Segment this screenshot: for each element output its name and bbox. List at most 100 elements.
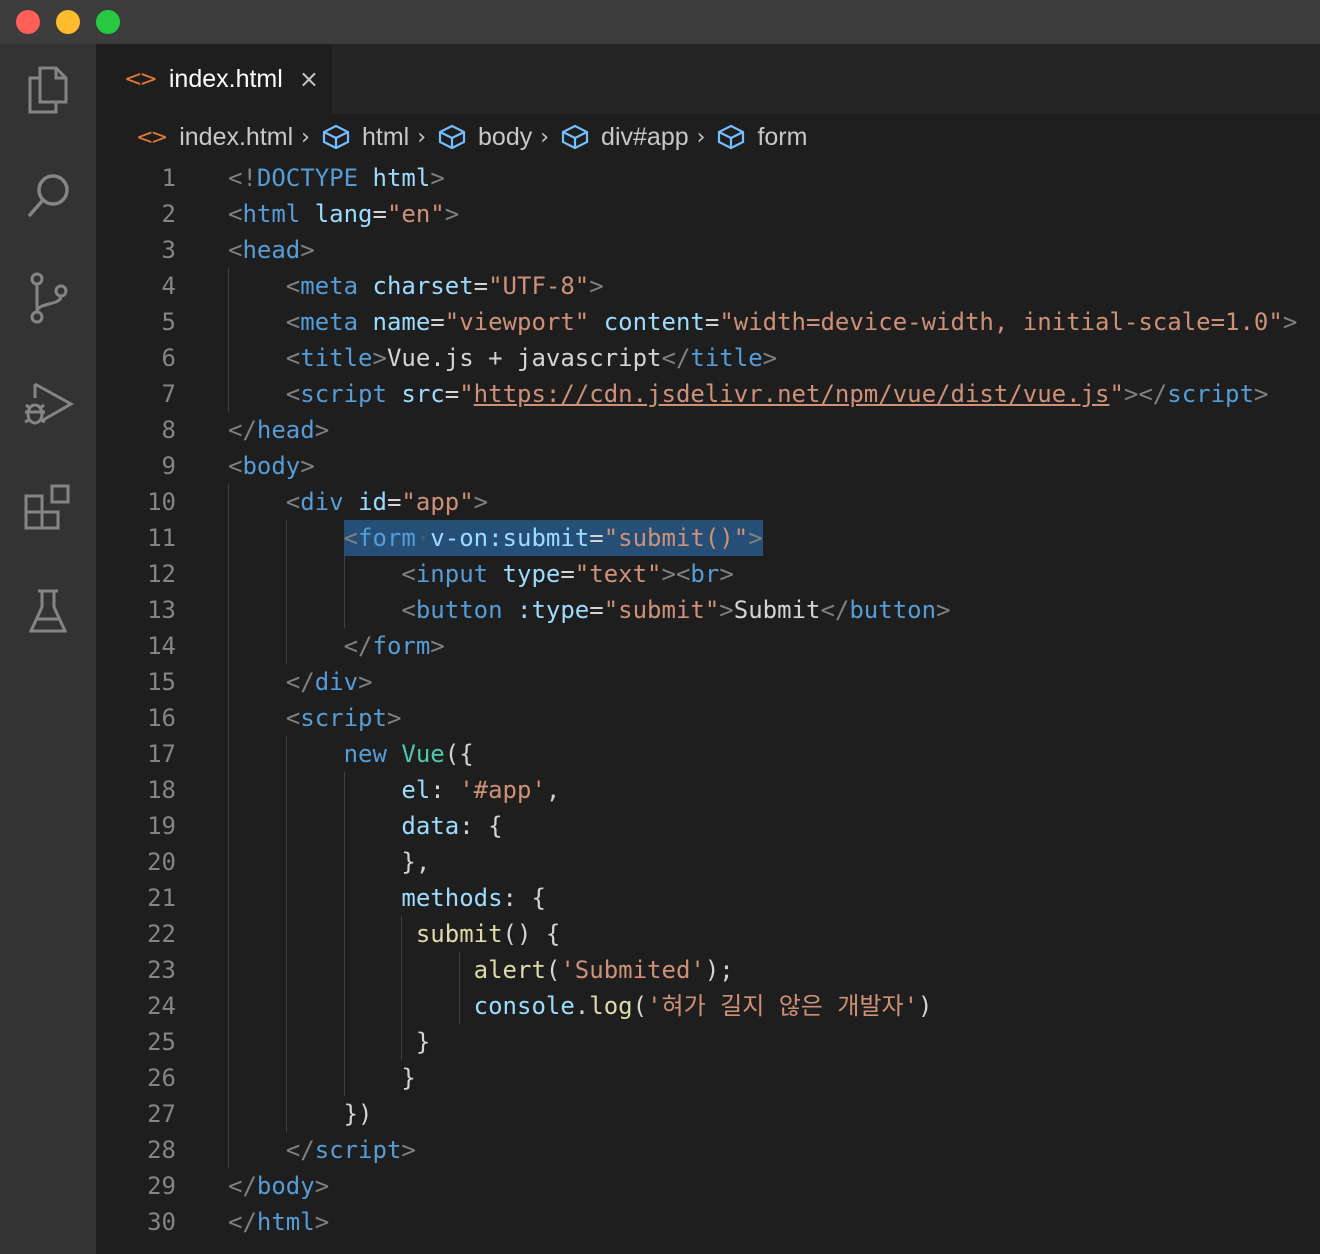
code-token: < [228, 452, 243, 480]
code-line[interactable]: 6 <title>Vue.js + javascript</title> [96, 340, 1320, 376]
tab-index-html[interactable]: <> index.html × [96, 44, 332, 114]
code-line[interactable]: 15 </div> [96, 664, 1320, 700]
indent-guide [343, 952, 345, 988]
code-token: , [545, 776, 561, 804]
breadcrumb-item-form[interactable]: form [757, 123, 807, 152]
code-line[interactable]: 16 <script> [96, 700, 1320, 736]
code-content: </div> [286, 664, 373, 700]
code-line[interactable]: 10 <div id="app"> [96, 484, 1320, 520]
code-token: v-on:submit [430, 524, 590, 552]
code-token: > [1282, 308, 1298, 336]
code-token: '혀가 길지 않은 개발자' [647, 992, 919, 1020]
code-line[interactable]: 26} [96, 1060, 1320, 1096]
code-token: "submit" [603, 596, 720, 624]
code-token: : { [502, 884, 546, 912]
close-window-button[interactable] [16, 10, 40, 34]
source-control-icon[interactable] [20, 270, 76, 326]
code-token: body [242, 452, 301, 480]
code-content: <html lang="en"> [228, 196, 459, 232]
code-line[interactable]: 1 <!DOCTYPE html> [96, 160, 1320, 196]
line-number: 6 [161, 344, 176, 372]
code-line[interactable]: 11 <form·v-on:submit="submit()"> [96, 520, 1320, 556]
indent-guide [228, 268, 229, 304]
code-token: = [589, 524, 604, 552]
code-editor[interactable]: 1 <!DOCTYPE html> 2 <html lang="en"> 3 <head>… [96, 160, 1320, 1254]
code-token: </ [661, 344, 691, 372]
code-line[interactable]: 23 alert('Submited'); [96, 952, 1320, 988]
indent-guide [228, 664, 229, 700]
code-token: < [285, 272, 301, 300]
indent-guide [401, 1024, 403, 1060]
code-token: > [719, 560, 734, 588]
extensions-icon[interactable] [20, 480, 76, 536]
line-number: 12 [147, 560, 176, 588]
line-number: 30 [147, 1208, 176, 1236]
files-icon[interactable] [20, 62, 76, 118]
code-token: title [300, 344, 373, 372]
code-line[interactable]: 30 </html> [96, 1204, 1320, 1240]
breadcrumb-item-html[interactable]: html [362, 123, 409, 152]
code-token: "viewport" [444, 308, 590, 336]
code-content: </script> [286, 1132, 416, 1168]
breadcrumb-file[interactable]: index.html [179, 123, 293, 152]
code-line[interactable]: 3 <head> [96, 232, 1320, 268]
code-token: form [372, 632, 431, 660]
code-content: } [401, 1060, 415, 1096]
code-line[interactable]: 28 </script> [96, 1132, 1320, 1168]
code-line[interactable]: 21 methods: { [96, 880, 1320, 916]
line-number: 23 [147, 956, 176, 984]
close-icon[interactable]: × [299, 65, 319, 93]
code-token: >< [661, 560, 691, 588]
code-line[interactable]: 7 <script src="https://cdn.jsdelivr.net/n… [96, 376, 1320, 412]
breadcrumb-item-body[interactable]: body [478, 123, 532, 152]
code-token: ( [632, 992, 648, 1020]
search-icon[interactable] [20, 168, 76, 224]
code-content: <input type="text"><br> [401, 556, 733, 592]
code-line[interactable]: 27}) [96, 1096, 1320, 1132]
code-line[interactable]: 24 console.log('혀가 길지 않은 개발자') [96, 988, 1320, 1024]
indent-guide [285, 880, 287, 916]
indent-guide [285, 592, 287, 628]
code-line[interactable]: 4 <meta charset="UTF-8"> [96, 268, 1320, 304]
code-token: html [372, 164, 431, 192]
code-content: submit() { [416, 916, 561, 952]
code-token: > [300, 452, 315, 480]
line-number: 19 [147, 812, 176, 840]
code-line[interactable]: 18 el: '#app', [96, 772, 1320, 808]
indent-guide [228, 304, 229, 340]
line-number: 20 [147, 848, 176, 876]
line-number: 1 [161, 164, 176, 192]
minimize-window-button[interactable] [56, 10, 80, 34]
run-debug-icon[interactable] [20, 376, 76, 432]
code-line[interactable]: 2 <html lang="en"> [96, 196, 1320, 232]
code-line[interactable]: 8 </head> [96, 412, 1320, 448]
code-line[interactable]: 13 <button :type="submit">Submit</button> [96, 592, 1320, 628]
code-line[interactable]: 9 <body> [96, 448, 1320, 484]
indent-guide [228, 844, 229, 880]
line-number: 28 [147, 1136, 176, 1164]
testing-icon[interactable] [20, 584, 76, 640]
indent-guide [228, 1060, 229, 1096]
indent-guide [401, 988, 403, 1024]
code-line[interactable]: 19 data: { [96, 808, 1320, 844]
code-line[interactable]: 22 submit() { [96, 916, 1320, 952]
code-line[interactable]: 20}, [96, 844, 1320, 880]
code-line[interactable]: 29 </body> [96, 1168, 1320, 1204]
indent-guide [285, 736, 287, 772]
breadcrumb-item-div-app[interactable]: div#app [601, 123, 689, 152]
code-line[interactable]: 12 <input type="text"><br> [96, 556, 1320, 592]
code-line[interactable]: 14 </form> [96, 628, 1320, 664]
code-line[interactable]: 25} [96, 1024, 1320, 1060]
code-line[interactable]: 5 <meta name="viewport" content="width=de… [96, 304, 1320, 340]
code-line[interactable]: 17 new Vue({ [96, 736, 1320, 772]
code-token: </ [285, 668, 315, 696]
code-content: } [416, 1024, 430, 1060]
indent-guide [228, 340, 229, 376]
zoom-window-button[interactable] [96, 10, 120, 34]
indent-guide [285, 808, 287, 844]
code-token: input [415, 560, 489, 588]
code-token: https://cdn.jsdelivr.net/npm/vue/dist/vu… [473, 380, 1110, 408]
indent-guide [228, 592, 229, 628]
line-number: 8 [161, 416, 176, 444]
